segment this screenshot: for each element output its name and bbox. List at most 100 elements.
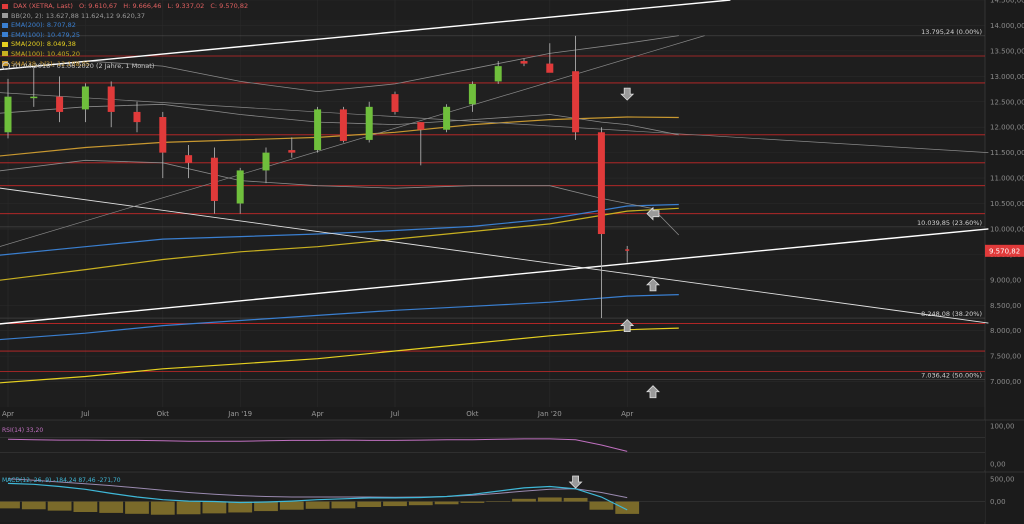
macd-panel: [0, 472, 985, 522]
y-tick-label: 11.000,00: [990, 175, 1024, 183]
macd-histogram-bar: [537, 497, 562, 502]
macd-histogram-bar: [615, 501, 640, 514]
candle-body: [236, 170, 244, 204]
y-tick-label: 14.000,00: [990, 22, 1024, 30]
y-tick-label: 9.000,00: [990, 276, 1021, 284]
legend-indicator-value: 8.049,38: [46, 40, 76, 49]
legend-indicator-value: 13.627,88 11.624,12 9.620,37: [45, 11, 146, 20]
date-range-text: 01.04.2018 - 01.06.2020 (2 Jahre, 1 Mona…: [13, 62, 155, 70]
chart-canvas[interactable]: 7.000,00 7.500,00 8.000,00 8.500,00 9.000,00…: [0, 0, 1024, 524]
legend-swatch: [2, 51, 8, 57]
legend-indicator-value: 10.479,25: [46, 30, 80, 39]
date-range: 01.04.2018 - 01.06.2020 (2 Jahre, 1 Mona…: [2, 62, 154, 70]
candle-body: [81, 86, 89, 110]
macd-histogram-bar: [21, 501, 46, 510]
candle: [391, 91, 399, 115]
macd-histogram-bar: [434, 501, 459, 505]
x-tick-label: Apr: [2, 410, 14, 418]
candle-body: [288, 150, 296, 153]
macd-histogram-bar: [408, 501, 433, 506]
y-tick-label: 12.000,00: [990, 124, 1024, 132]
macd-histogram-bar: [589, 501, 614, 510]
macd-histogram-bar: [331, 501, 356, 509]
macd-histogram-bar: [73, 501, 98, 512]
chart-legend: DAX (XETRA, Last) O: 9.610,67 H: 9.666,4…: [2, 2, 248, 69]
y-tick-label: 11.500,00: [990, 149, 1024, 157]
candle-body: [572, 71, 580, 133]
candle-body: [56, 96, 64, 112]
candle-body: [4, 96, 12, 133]
candle-body: [314, 109, 322, 151]
y-tick-label: 8.500,00: [990, 302, 1021, 310]
macd-histogram-bar: [305, 501, 330, 509]
candle-body: [597, 132, 605, 235]
candle-body: [391, 94, 399, 112]
legend-indicator-label: EMA(100):: [11, 30, 47, 39]
candle-body: [107, 86, 115, 112]
rsi-tick-label: 0,00: [990, 461, 1006, 469]
x-tick-label: Jul: [390, 410, 400, 418]
candle-body: [30, 96, 38, 99]
legend-indicator-label: SMA(100):: [11, 49, 47, 58]
legend-swatch: [2, 32, 8, 38]
fib-label: 8.248,08 (38.20%): [921, 310, 982, 318]
candle: [314, 106, 322, 153]
y-tick-label: 7.500,00: [990, 353, 1021, 361]
macd-histogram-bar: [125, 501, 149, 514]
macd-histogram-bar: [512, 498, 536, 502]
candle-body: [365, 106, 373, 140]
macd-legend: MACD(12, 26, 9) -184,24 87,46 -271,70: [2, 477, 121, 484]
legend-high: H: 9.666,46: [123, 2, 162, 10]
candle-body: [520, 61, 528, 64]
y-tick-label: 14.500,00: [990, 0, 1024, 5]
last-price-label: 9.570,82: [989, 247, 1020, 255]
legend-indicator: SMA(200): 8.049,38: [2, 40, 248, 50]
legend-low: L: 9.337,02: [167, 2, 205, 10]
candle-body: [262, 152, 270, 171]
legend-indicator-value: 8.707,82: [46, 21, 76, 30]
candle-body: [494, 66, 502, 82]
legend-indicator-label: SMA(200):: [11, 40, 47, 49]
macd-histogram-bar: [150, 501, 175, 515]
candle-body: [625, 249, 630, 251]
legend-open: O: 9.610,67: [79, 2, 118, 10]
fib-label: 10.039,85 (23.60%): [917, 219, 982, 227]
rsi-legend: RSI(14) 33,20: [2, 427, 43, 434]
macd-histogram-bar: [254, 501, 278, 512]
y-tick-label: 10.500,00: [990, 200, 1024, 208]
y-tick-label: 10.000,00: [990, 225, 1024, 233]
candle-body: [210, 157, 218, 201]
macd-tick-label: 0,00: [990, 498, 1006, 506]
legend-title-row: DAX (XETRA, Last) O: 9.610,67 H: 9.666,4…: [2, 2, 248, 12]
legend-swatch: [2, 22, 8, 28]
macd-histogram-bar: [228, 501, 253, 513]
x-tick-label: Okt: [466, 410, 479, 418]
candle: [339, 106, 347, 143]
fib-label: 13.795,24 (0.00%): [921, 28, 982, 36]
legend-swatch: [2, 41, 8, 47]
rsi-tick-label: 100,00: [990, 423, 1015, 431]
macd-tick-label: 500,00: [990, 475, 1015, 483]
macd-histogram-bar: [279, 501, 304, 510]
legend-indicator: BB(20, 2): 13.627,88 11.624,12 9.620,37: [2, 12, 248, 22]
macd-histogram-bar: [563, 497, 588, 502]
legend-swatch: [2, 13, 8, 19]
legend-title: DAX (XETRA, Last): [13, 2, 73, 10]
x-tick-label: Apr: [621, 410, 633, 418]
legend-indicator: SMA(100): 10.405,20: [2, 50, 248, 60]
candle: [365, 101, 373, 143]
candle-body: [159, 117, 167, 153]
x-tick-label: Jul: [80, 410, 90, 418]
macd-label: MACD(12, 26, 9) -184,24 87,46 -271,70: [2, 477, 121, 484]
candle-body: [185, 155, 193, 163]
y-tick-label: 12.500,00: [990, 98, 1024, 106]
legend-close: C: 9.570,82: [210, 2, 249, 10]
macd-histogram-bar: [460, 501, 485, 503]
candle-body: [443, 106, 451, 130]
macd-histogram-bar: [0, 501, 20, 509]
rsi-panel: [0, 420, 985, 470]
x-tick-label: Jan '20: [537, 410, 562, 418]
candle-body: [417, 122, 425, 130]
legend-indicator: EMA(100): 10.479,25: [2, 31, 248, 41]
macd-histogram-bar: [176, 501, 201, 515]
